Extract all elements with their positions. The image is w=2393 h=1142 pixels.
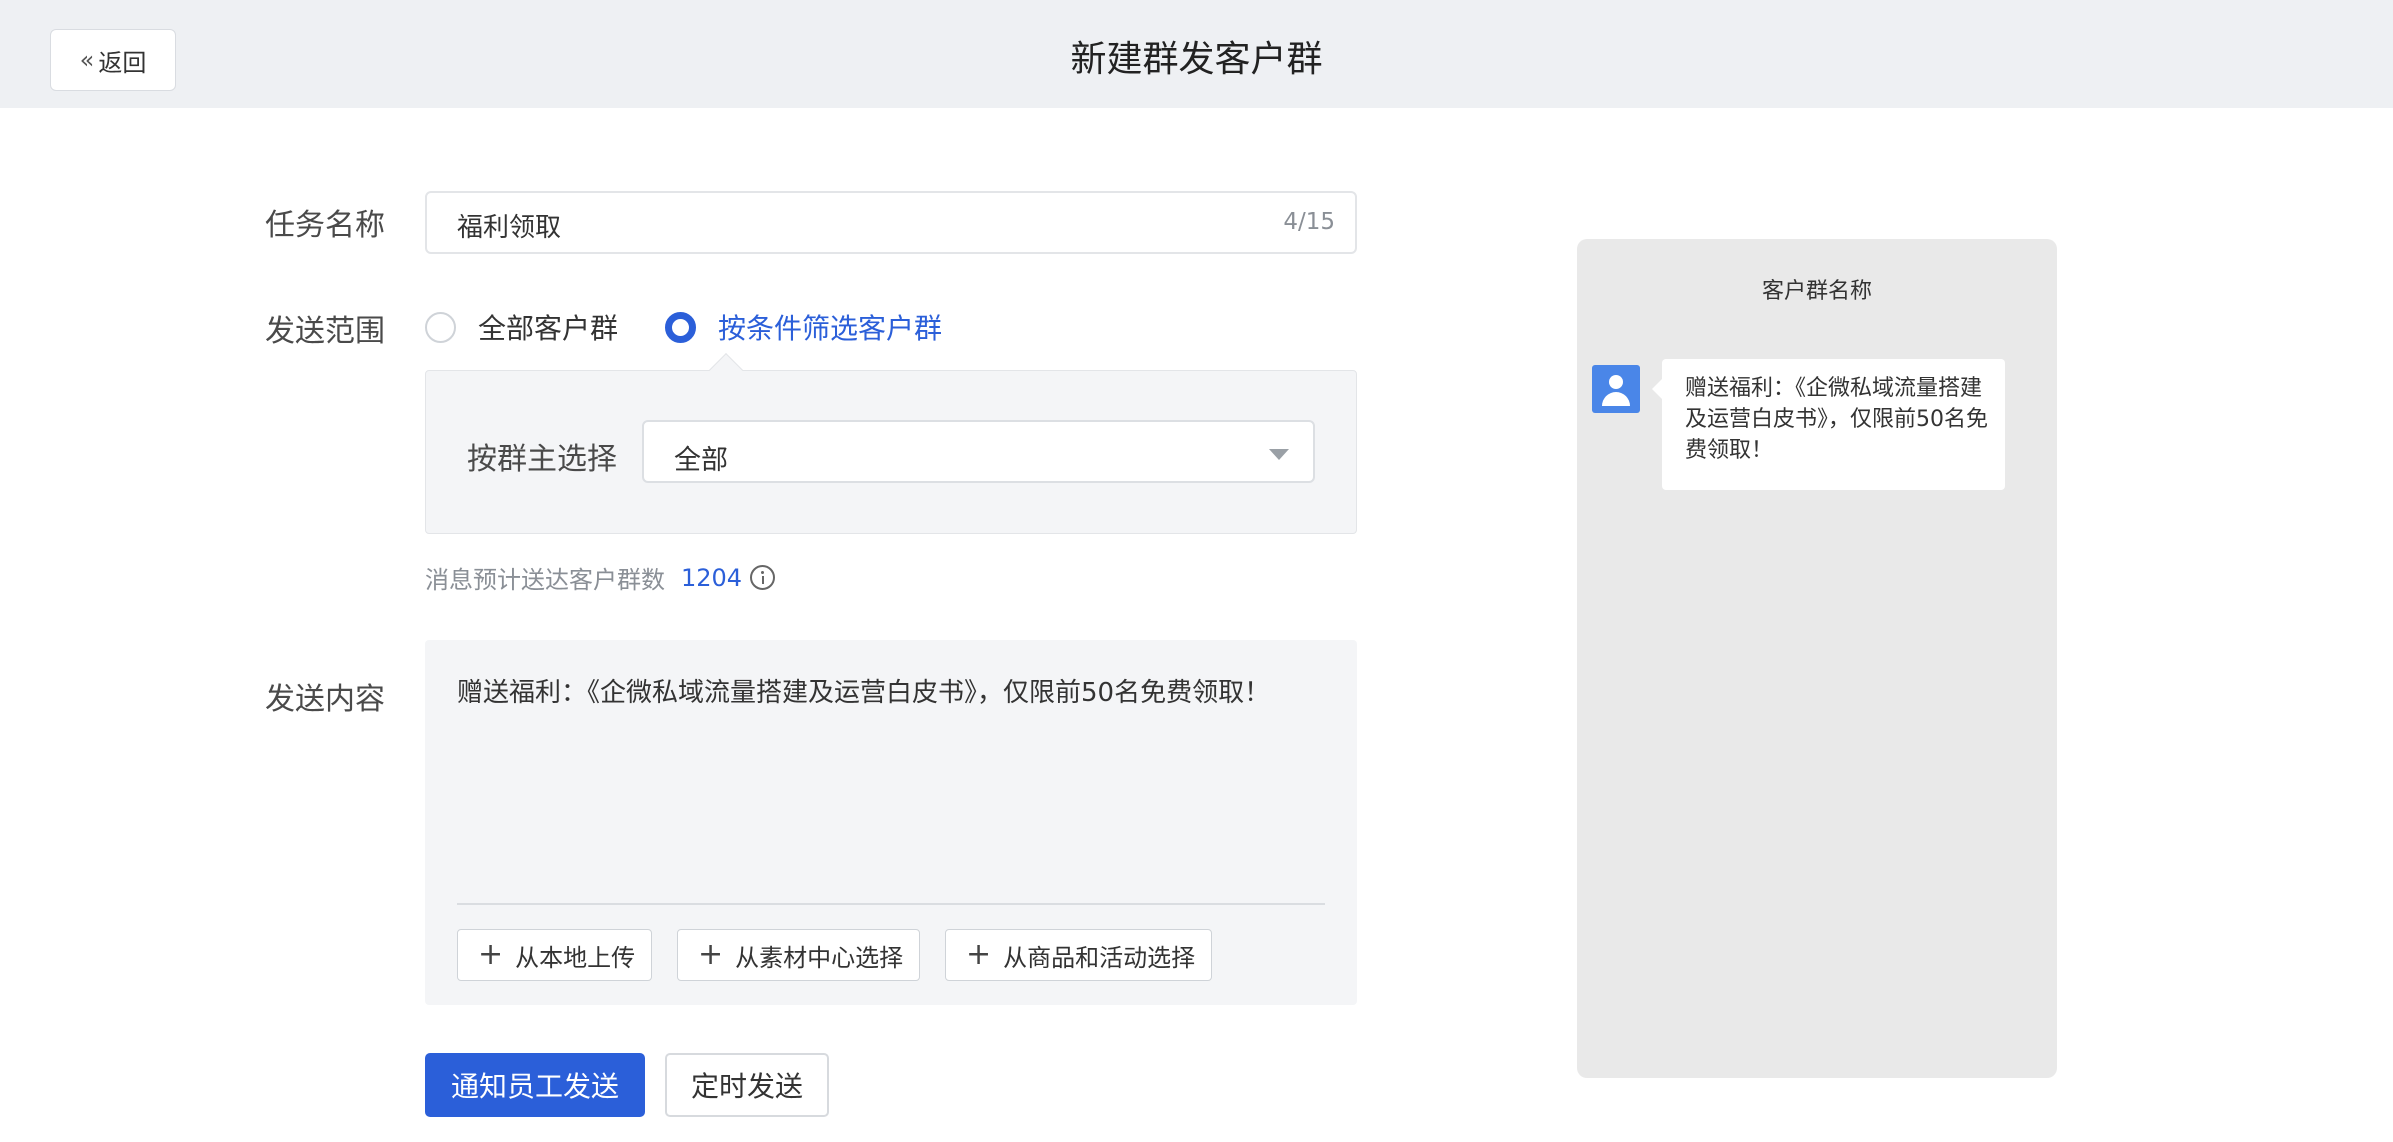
content-label: 发送内容 — [265, 682, 385, 717]
top-bar: « 返回 新建群发客户群 — [0, 0, 2393, 108]
info-icon[interactable] — [750, 565, 776, 590]
radio-unchecked-icon — [425, 311, 456, 343]
user-avatar-icon — [1592, 365, 1640, 413]
preview-message-bubble: 赠送福利：《企微私域流量搭建及运营白皮书》，仅限前50名免费领取！ — [1652, 359, 2005, 490]
estimate-row: 消息预计送达客户群数 1204 — [425, 560, 776, 595]
plus-icon: + — [478, 937, 504, 972]
product-activity-label: 从商品和活动选择 — [1003, 943, 1196, 972]
double-chevron-left-icon: « — [79, 46, 95, 74]
radio-filter-groups[interactable]: 按条件筛选客户群 — [665, 307, 942, 347]
back-button-label: 返回 — [98, 48, 147, 77]
material-center-button[interactable]: + 从素材中心选择 — [677, 929, 921, 981]
task-name-value: 福利领取 — [457, 213, 562, 243]
scheduled-send-button[interactable]: 定时发送 — [665, 1053, 829, 1117]
content-divider — [457, 903, 1325, 905]
estimate-count: 1204 — [681, 563, 743, 592]
message-preview: 客户群名称 赠送福利：《企微私域流量搭建及运营白皮书》，仅限前50名免费领取！ — [1577, 239, 2057, 1078]
preview-group-name: 客户群名称 — [1761, 279, 1872, 304]
owner-select-value: 全部 — [674, 445, 728, 476]
material-center-label: 从素材中心选择 — [735, 943, 904, 972]
owner-select[interactable]: 全部 — [642, 420, 1315, 483]
estimate-label: 消息预计送达客户群数 — [425, 566, 665, 594]
product-activity-button[interactable]: + 从商品和活动选择 — [945, 929, 1213, 981]
radio-all-groups[interactable]: 全部客户群 — [425, 307, 618, 347]
filter-panel-notch — [709, 353, 743, 387]
radio-all-groups-label: 全部客户群 — [478, 312, 619, 345]
notify-staff-send-button[interactable]: 通知员工发送 — [425, 1053, 645, 1117]
owner-filter-label: 按群主选择 — [467, 442, 617, 477]
task-name-input[interactable]: 福利领取 4/15 — [425, 191, 1357, 254]
task-name-label: 任务名称 — [265, 208, 385, 243]
radio-checked-icon — [665, 311, 696, 343]
back-button[interactable]: « 返回 — [50, 29, 176, 91]
task-name-counter: 4/15 — [1283, 209, 1335, 235]
content-text[interactable]: 赠送福利：《企微私域流量搭建及运营白皮书》，仅限前50名免费领取！ — [457, 672, 1270, 709]
page-title: 新建群发客户群 — [1070, 39, 1323, 80]
radio-filter-groups-label: 按条件筛选客户群 — [718, 312, 943, 345]
plus-icon: + — [966, 937, 992, 972]
plus-icon: + — [698, 937, 724, 972]
upload-local-button[interactable]: + 从本地上传 — [457, 929, 653, 981]
content-editor[interactable]: 赠送福利：《企微私域流量搭建及运营白皮书》，仅限前50名免费领取！ + 从本地上… — [425, 640, 1357, 1005]
upload-local-label: 从本地上传 — [515, 943, 636, 972]
dropdown-caret-icon — [1269, 449, 1289, 460]
send-scope-label: 发送范围 — [265, 314, 385, 349]
